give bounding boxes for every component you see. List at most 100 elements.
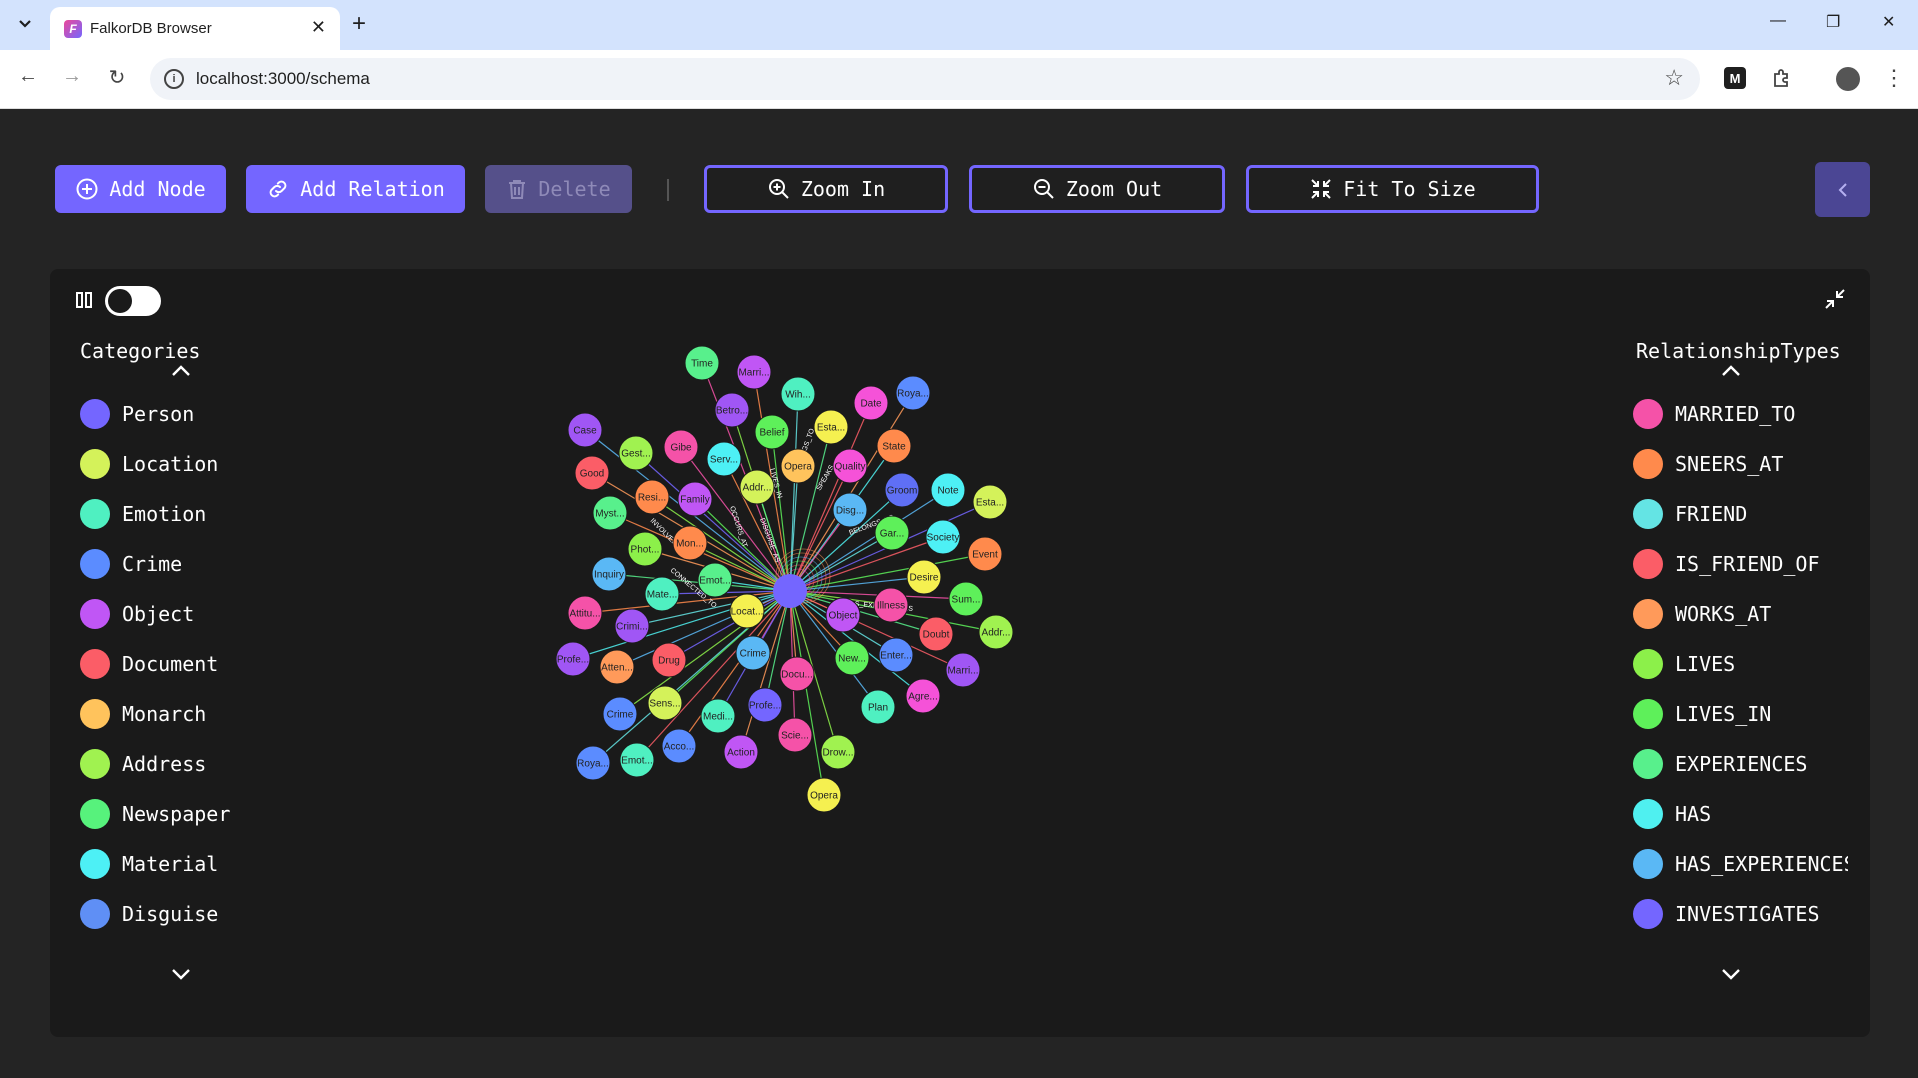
reload-icon[interactable]: ↻: [103, 65, 131, 90]
graph-node[interactable]: Attitu...: [567, 595, 603, 631]
graph-node[interactable]: Groom: [884, 472, 920, 508]
graph-node[interactable]: Locat...: [729, 593, 765, 629]
site-info-icon[interactable]: i: [164, 69, 184, 89]
graph-node[interactable]: Docu...: [779, 656, 815, 692]
restore-window-icon[interactable]: ❐: [1826, 12, 1840, 32]
bookmark-star-icon[interactable]: ☆: [1664, 65, 1684, 91]
add-node-button[interactable]: Add Node: [55, 165, 226, 213]
graph-center-node[interactable]: [773, 574, 807, 608]
graph-node[interactable]: Case: [567, 412, 603, 448]
graph-node[interactable]: Roya...: [895, 375, 931, 411]
graph-node[interactable]: Emot...: [697, 562, 733, 598]
tab-search-chevron-icon[interactable]: [10, 9, 40, 39]
category-item[interactable]: Person: [80, 389, 230, 439]
graph-node[interactable]: Scie...: [777, 717, 813, 753]
graph-node[interactable]: Resi...: [634, 479, 670, 515]
graph-node[interactable]: Drug: [651, 642, 687, 678]
relationship-type-item[interactable]: INVESTIGATES: [1633, 889, 1848, 939]
graph-node[interactable]: Esta...: [972, 484, 1008, 520]
graph-node[interactable]: Object: [825, 597, 861, 633]
category-item[interactable]: Disguise: [80, 889, 230, 939]
category-item[interactable]: Location: [80, 439, 230, 489]
relationship-type-item[interactable]: SNEERS_AT: [1633, 439, 1848, 489]
graph-node[interactable]: Crime: [602, 696, 638, 732]
graph-node[interactable]: Marri...: [945, 652, 981, 688]
category-item[interactable]: Material: [80, 839, 230, 889]
graph-node[interactable]: Time: [684, 345, 720, 381]
graph-node[interactable]: Mate...: [644, 576, 680, 612]
category-item[interactable]: Address: [80, 739, 230, 789]
url-text[interactable]: localhost:3000/schema: [196, 69, 370, 89]
extension-m-icon[interactable]: M: [1724, 67, 1746, 89]
graph-node[interactable]: Profe...: [747, 687, 783, 723]
relationship-type-item[interactable]: HAS: [1633, 789, 1848, 839]
graph-edge[interactable]: [789, 590, 937, 635]
close-window-icon[interactable]: ✕: [1882, 12, 1895, 32]
graph-node[interactable]: Opera: [806, 777, 842, 813]
categories-scroll-down-icon[interactable]: [170, 967, 192, 981]
graph-node[interactable]: Disg...: [832, 492, 868, 528]
graph-node[interactable]: Crime: [735, 635, 771, 671]
graph-node[interactable]: Medi...: [700, 698, 736, 734]
graph-node[interactable]: Event: [967, 536, 1003, 572]
graph-node[interactable]: Drow...: [820, 734, 856, 770]
graph-node[interactable]: Desire: [906, 559, 942, 595]
new-tab-plus-icon[interactable]: +: [352, 10, 366, 38]
graph-node[interactable]: Atten...: [599, 649, 635, 685]
graph-node[interactable]: Enter...: [878, 637, 914, 673]
add-relation-button[interactable]: Add Relation: [246, 165, 465, 213]
graph-node[interactable]: Crimi...: [614, 608, 650, 644]
category-item[interactable]: Monarch: [80, 689, 230, 739]
category-item[interactable]: Document: [80, 639, 230, 689]
graph-node[interactable]: Mon...: [672, 525, 708, 561]
graph-node[interactable]: Gar...: [874, 515, 910, 551]
relationships-scroll-down-icon[interactable]: [1720, 967, 1742, 981]
graph-node[interactable]: Marri...: [736, 354, 772, 390]
relationship-type-item[interactable]: EXPERIENCES: [1633, 739, 1848, 789]
graph-node[interactable]: Note: [930, 472, 966, 508]
graph-node[interactable]: New...: [834, 640, 870, 676]
address-bar[interactable]: i localhost:3000/schema ☆: [150, 58, 1700, 100]
relationship-type-item[interactable]: IS_FRIEND_OF: [1633, 539, 1848, 589]
relationship-type-item[interactable]: HAS_EXPERIENCES: [1633, 839, 1848, 889]
categories-scroll-up-icon[interactable]: [170, 364, 192, 378]
minimize-window-icon[interactable]: —: [1770, 12, 1786, 30]
relationship-type-item[interactable]: FRIEND: [1633, 489, 1848, 539]
graph-node[interactable]: Good: [574, 455, 610, 491]
zoom-out-button[interactable]: Zoom Out: [969, 165, 1225, 213]
back-arrow-icon[interactable]: ←: [14, 65, 42, 88]
forward-arrow-icon[interactable]: →: [58, 65, 86, 88]
graph-canvas-panel[interactable]: OCCURS_ATDISGUISE_ASLIVES_INBELONGS_TOSP…: [50, 269, 1870, 1037]
graph-node[interactable]: Sens...: [647, 685, 683, 721]
browser-tab-active[interactable]: F FalkorDB Browser ✕: [50, 7, 340, 50]
graph-node[interactable]: State: [876, 428, 912, 464]
graph-node[interactable]: Addr...: [739, 469, 775, 505]
graph-node[interactable]: Inquiry: [591, 556, 627, 592]
graph-node[interactable]: Quality: [832, 448, 868, 484]
category-item[interactable]: Emotion: [80, 489, 230, 539]
relationship-type-item[interactable]: LIVES: [1633, 639, 1848, 689]
graph-node[interactable]: Myst...: [592, 495, 628, 531]
graph-node[interactable]: Agre...: [905, 678, 941, 714]
browser-menu-kebab-icon[interactable]: ⋮: [1880, 65, 1908, 91]
graph-node[interactable]: Sum...: [948, 581, 984, 617]
category-item[interactable]: Newspaper: [80, 789, 230, 839]
relationship-type-item[interactable]: WORKS_AT: [1633, 589, 1848, 639]
relationship-type-item[interactable]: LIVES_IN: [1633, 689, 1848, 739]
fit-to-size-button[interactable]: Fit To Size: [1246, 165, 1539, 213]
tab-close-icon[interactable]: ✕: [311, 17, 326, 38]
graph-node[interactable]: Profe...: [555, 641, 591, 677]
graph-node[interactable]: Emot...: [619, 742, 655, 778]
graph-node[interactable]: Roya...: [575, 745, 611, 781]
relationship-type-item[interactable]: MARRIED_TO: [1633, 389, 1848, 439]
collapse-panel-button[interactable]: [1815, 162, 1870, 217]
graph-node[interactable]: Date: [853, 385, 889, 421]
delete-button[interactable]: Delete: [485, 165, 632, 213]
relationships-scroll-up-icon[interactable]: [1720, 364, 1742, 378]
graph-node[interactable]: Betro...: [714, 392, 750, 428]
category-item[interactable]: Crime: [80, 539, 230, 589]
category-item[interactable]: Object: [80, 589, 230, 639]
schema-graph[interactable]: OCCURS_ATDISGUISE_ASLIVES_INBELONGS_TOSP…: [50, 269, 1870, 1037]
graph-node[interactable]: Esta...: [813, 409, 849, 445]
graph-node[interactable]: Wih...: [780, 376, 816, 412]
